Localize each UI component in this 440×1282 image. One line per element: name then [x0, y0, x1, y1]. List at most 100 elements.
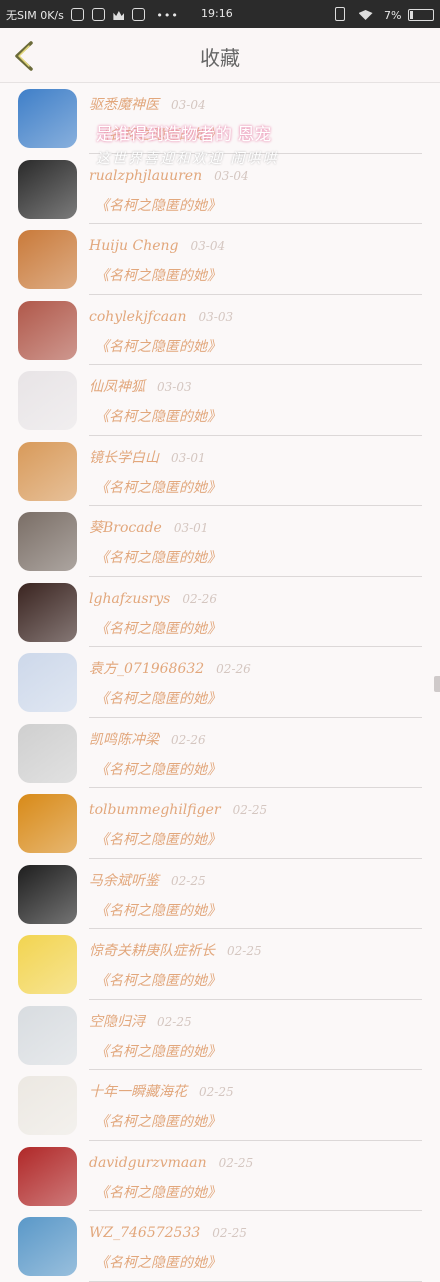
- avatar[interactable]: [18, 441, 77, 501]
- list-item[interactable]: 葵Brocade 03-01 《名柯之隐匿的她》: [0, 506, 440, 577]
- lyric-overlay-line-2: 这世界喜迎和欢迎 闹哄哄: [96, 151, 279, 167]
- work-title-link[interactable]: 《名柯之隐匿的她》: [95, 759, 221, 779]
- avatar[interactable]: [18, 935, 77, 994]
- favorite-date: 03-01: [173, 521, 209, 535]
- user-name[interactable]: lghafzusrys: [89, 591, 170, 607]
- work-title-link[interactable]: 《名柯之隐匿的她》: [95, 477, 221, 497]
- work-title-link[interactable]: 《名柯之隐匿的她》: [95, 406, 221, 426]
- name-line: 葵Brocade 03-01: [89, 517, 208, 537]
- list-item[interactable]: 凯鸣陈冲梁 02-26 《名柯之隐匿的她》: [0, 718, 440, 788]
- avatar[interactable]: [18, 1076, 77, 1135]
- list-item[interactable]: 仙凤神狐 03-03 《名柯之隐匿的她》: [0, 365, 440, 436]
- work-title-link[interactable]: 《名柯之隐匿的她》: [95, 970, 221, 990]
- work-title-link[interactable]: 《名柯之隐匿的她》: [95, 688, 221, 708]
- list-item[interactable]: Huiju Cheng 03-04 《名柯之隐匿的她》: [0, 224, 440, 295]
- work-title-link[interactable]: 《名柯之隐匿的她》: [95, 900, 221, 920]
- divider: [89, 1280, 422, 1282]
- favorite-date: 03-03: [157, 380, 192, 394]
- user-name[interactable]: 十年一瞬藏海花: [89, 1084, 187, 1100]
- avatar[interactable]: [18, 159, 77, 219]
- avatar[interactable]: [18, 89, 77, 148]
- avatar[interactable]: [18, 1005, 77, 1065]
- list-item[interactable]: davidgurzvmaan 02-25 《名柯之隐匿的她》: [0, 1141, 440, 1211]
- list-item[interactable]: 袁方_071968632 02-26 《名柯之隐匿的她》: [0, 647, 440, 718]
- favorite-date: 03-01: [171, 450, 206, 465]
- avatar[interactable]: [18, 230, 77, 289]
- work-title-link[interactable]: 《名柯之隐匿的她》: [95, 1182, 221, 1202]
- work-title-link[interactable]: 《名柯之隐匿的她》: [95, 547, 221, 567]
- battery-icon: [408, 9, 434, 21]
- user-name[interactable]: 袁方_071968632: [89, 661, 204, 677]
- avatar[interactable]: [18, 723, 77, 783]
- favorite-date: 03-04: [214, 168, 249, 183]
- user-name[interactable]: 凯鸣陈冲梁: [89, 732, 159, 748]
- work-title-link[interactable]: 《名柯之隐匿的她》: [95, 618, 221, 638]
- avatar[interactable]: [18, 300, 77, 360]
- user-name[interactable]: davidgurzvmaan: [89, 1155, 207, 1171]
- favorite-date: 02-25: [171, 873, 206, 888]
- user-name[interactable]: WZ_746572533: [89, 1225, 200, 1241]
- avatar[interactable]: [18, 582, 77, 642]
- avatar[interactable]: [18, 371, 77, 430]
- avatar[interactable]: [18, 1146, 77, 1206]
- name-line: WZ_746572533 02-25: [89, 1222, 247, 1241]
- work-title-link[interactable]: 《名柯之隐匿的她》: [95, 336, 221, 356]
- name-line: lghafzusrys 02-26: [89, 588, 217, 607]
- user-name[interactable]: cohylekjfcaan: [89, 309, 187, 325]
- user-name[interactable]: 空隐归浔: [89, 1014, 145, 1030]
- favorite-date: 02-25: [157, 1014, 192, 1029]
- work-title-link[interactable]: 《名柯之隐匿的她》: [95, 1041, 221, 1061]
- page-title: 收藏: [200, 46, 240, 70]
- user-name[interactable]: 葵Brocade: [89, 520, 162, 536]
- work-title-link[interactable]: 《名柯之隐匿的她》: [95, 1111, 221, 1131]
- user-name[interactable]: 惊奇关耕庚队症祈长: [89, 943, 215, 959]
- favorite-date: 03-03: [198, 309, 234, 324]
- status-left: 无SIM 0K/s •••: [6, 7, 179, 23]
- name-line: Huiju Cheng 03-04: [89, 235, 225, 254]
- user-name[interactable]: rualzphjlauuren: [89, 168, 202, 184]
- list-item[interactable]: cohylekjfcaan 03-03 《名柯之隐匿的她》: [0, 295, 440, 365]
- name-line: 马余斌听鉴 02-25: [89, 870, 206, 890]
- list-item[interactable]: 空隐归浔 02-25 《名柯之隐匿的她》: [0, 1000, 440, 1070]
- avatar[interactable]: [18, 864, 77, 924]
- side-handle[interactable]: [434, 676, 440, 692]
- user-name[interactable]: tolbummeghilfiger: [89, 802, 221, 818]
- name-line: 凯鸣陈冲梁 02-26: [89, 729, 206, 749]
- favorite-date: 02-25: [212, 1226, 247, 1240]
- favorite-date: 02-25: [218, 1155, 254, 1170]
- favorite-date: 02-25: [199, 1085, 234, 1099]
- user-name[interactable]: 镜长学白山: [89, 450, 159, 466]
- favorites-list: 驱悉魔神医 03-04 《名柯之隐匿的她》 rualzphjlauuren 03-04 《…: [0, 83, 440, 1282]
- work-title-link[interactable]: 《名柯之隐匿的她》: [95, 265, 221, 285]
- list-item[interactable]: 镜长学白山 03-01 《名柯之隐匿的她》: [0, 436, 440, 506]
- lyric-overlay-line-1: 是谁得到造物者的 恩宠: [96, 125, 272, 145]
- avatar[interactable]: [18, 1217, 77, 1276]
- avatar[interactable]: [18, 794, 77, 853]
- name-line: 空隐归浔 02-25: [89, 1011, 192, 1031]
- list-item[interactable]: 马余斌听鉴 02-25 《名柯之隐匿的她》: [0, 859, 440, 929]
- header-bar: 收藏: [0, 28, 440, 83]
- avatar[interactable]: [18, 653, 77, 712]
- name-line: 袁方_071968632 02-26: [89, 658, 251, 678]
- work-title-link[interactable]: 《名柯之隐匿的她》: [95, 829, 221, 849]
- user-name[interactable]: 马余斌听鉴: [89, 873, 159, 889]
- name-line: tolbummeghilfiger 02-25: [89, 799, 267, 818]
- user-name[interactable]: Huiju Cheng: [89, 238, 179, 254]
- name-line: 驱悉魔神医 03-04: [89, 94, 206, 114]
- name-line: 仙凤神狐 03-03: [89, 376, 192, 396]
- avatar[interactable]: [18, 512, 77, 571]
- favorite-date: 03-04: [171, 98, 206, 112]
- work-title-link[interactable]: 《名柯之隐匿的她》: [95, 195, 221, 215]
- name-line: davidgurzvmaan 02-25: [89, 1152, 253, 1171]
- favorite-date: 02-26: [182, 591, 217, 606]
- volume-icon: [131, 8, 145, 21]
- list-item[interactable]: WZ_746572533 02-25 《名柯之隐匿的她》: [0, 1211, 440, 1282]
- work-title-link[interactable]: 《名柯之隐匿的她》: [95, 1252, 221, 1272]
- list-item[interactable]: lghafzusrys 02-26 《名柯之隐匿的她》: [0, 577, 440, 647]
- list-item[interactable]: 惊奇关耕庚队症祈长 02-25 《名柯之隐匿的她》: [0, 929, 440, 1000]
- user-name[interactable]: 驱悉魔神医: [89, 97, 159, 113]
- more-dots-icon: •••: [156, 9, 179, 22]
- user-name[interactable]: 仙凤神狐: [89, 379, 145, 395]
- list-item[interactable]: tolbummeghilfiger 02-25 《名柯之隐匿的她》: [0, 788, 440, 859]
- list-item[interactable]: 十年一瞬藏海花 02-25 《名柯之隐匿的她》: [0, 1070, 440, 1141]
